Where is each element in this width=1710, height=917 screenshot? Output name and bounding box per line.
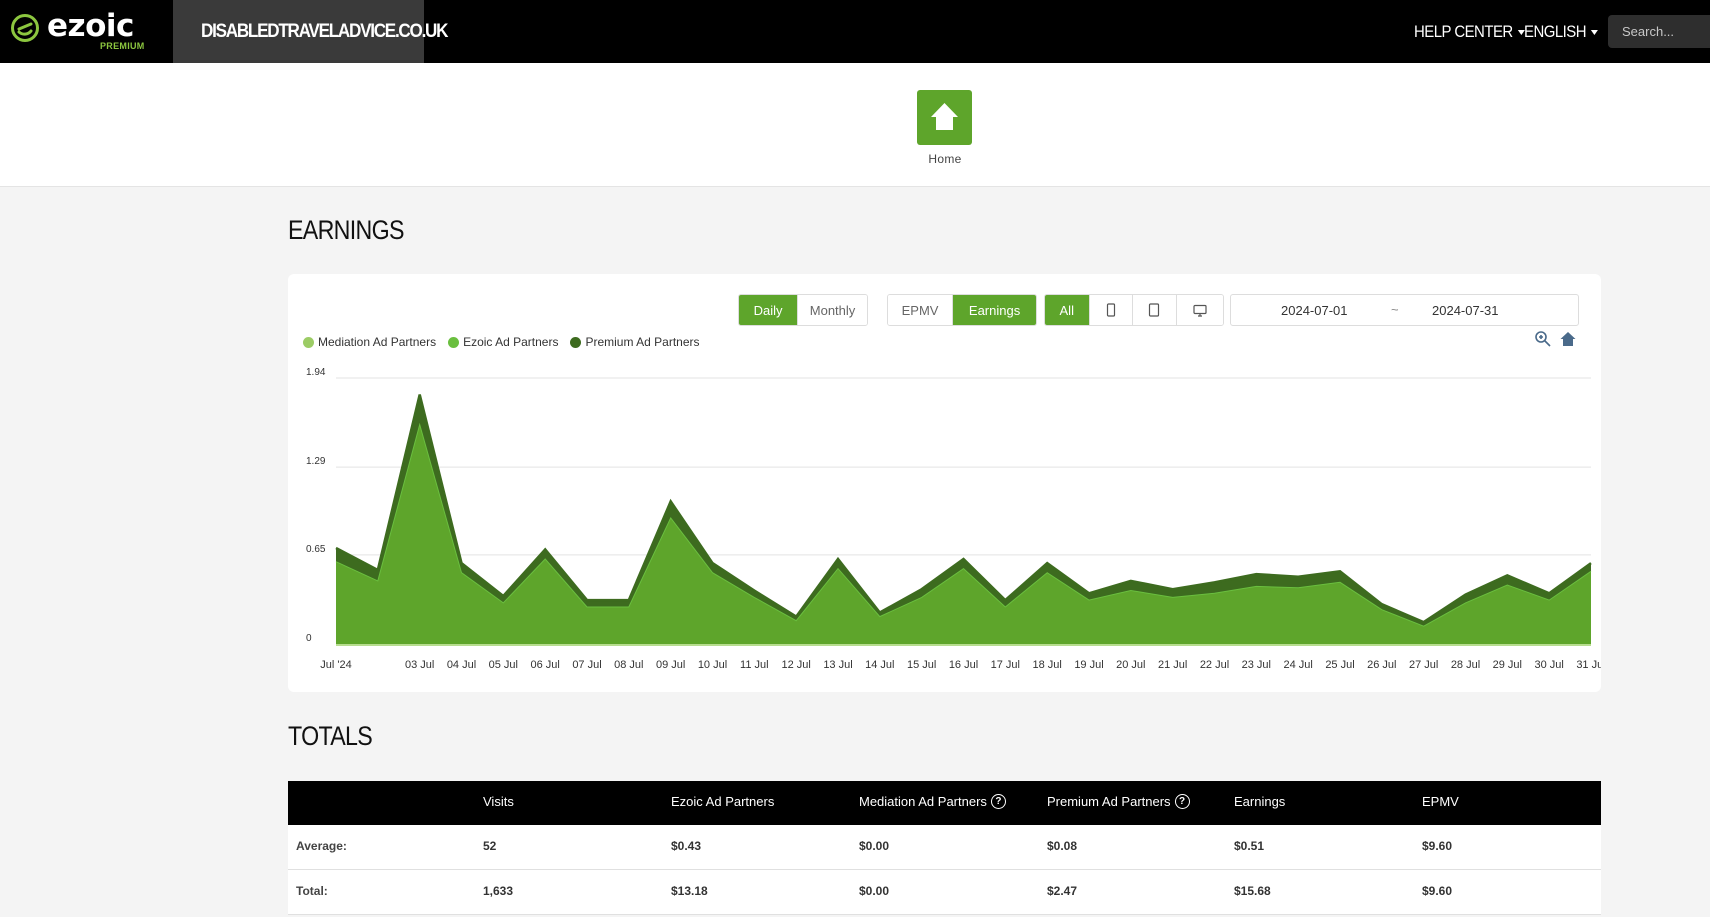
header-mediation-label: Mediation Ad Partners: [859, 794, 987, 809]
language-label: ENGLISH: [1524, 22, 1587, 41]
header-mediation-ad-partners: Mediation Ad Partners?: [859, 794, 1006, 809]
y-tick-label: 1.29: [306, 456, 326, 467]
table-row: Total: 1,633 $13.18 $0.00 $2.47 $15.68 $…: [288, 870, 1601, 915]
help-circle-icon[interactable]: ?: [1174, 794, 1190, 809]
ezoic-series-area: [336, 424, 1591, 644]
logo-mark-icon: [11, 14, 39, 42]
header-earnings: Earnings: [1234, 794, 1286, 809]
x-tick-label: 03 Jul: [405, 659, 434, 671]
x-tick-label: 14 Jul: [865, 659, 894, 671]
x-tick-label: 28 Jul: [1451, 659, 1480, 671]
help-center-label: HELP CENTER: [1414, 22, 1513, 41]
header-visits: Visits: [483, 794, 514, 809]
y-tick-label: 0.65: [306, 544, 326, 555]
x-tick-label: 26 Jul: [1367, 659, 1396, 671]
cell-premium: $0.08: [1047, 839, 1078, 853]
site-name: DISABLEDTRAVELADVICE.CO.UK: [201, 21, 448, 42]
top-bar: ezoic PREMIUM DISABLEDTRAVELADVICE.CO.UK…: [0, 0, 1710, 63]
x-tick-label: 05 Jul: [489, 659, 518, 671]
cell-visits: 1,633: [483, 884, 514, 898]
x-tick-label: 11 Jul: [740, 659, 769, 671]
row-label: Average:: [296, 839, 347, 853]
logo-premium-label: PREMIUM: [100, 41, 145, 51]
x-tick-label: 24 Jul: [1283, 659, 1312, 671]
cell-premium: $2.47: [1047, 884, 1078, 898]
x-tick-label: 08 Jul: [614, 659, 643, 671]
chevron-down-icon: [1591, 30, 1599, 36]
cell-ezoic: $0.43: [671, 839, 702, 853]
site-selector[interactable]: DISABLEDTRAVELADVICE.CO.UK: [173, 0, 448, 63]
y-tick-label: 0: [306, 633, 312, 644]
x-tick-label: 20 Jul: [1116, 659, 1145, 671]
help-circle-icon[interactable]: ?: [990, 794, 1006, 809]
x-tick-label: 22 Jul: [1200, 659, 1229, 671]
x-tick-label: 07 Jul: [572, 659, 601, 671]
x-tick-label: 19 Jul: [1074, 659, 1103, 671]
cell-epmv: $9.60: [1422, 884, 1453, 898]
x-tick-label: 21 Jul: [1158, 659, 1187, 671]
earnings-chart-card: Daily Monthly EPMV Earnings All 2024-07-…: [288, 274, 1601, 692]
cell-visits: 52: [483, 839, 497, 853]
totals-title: TOTALS: [288, 721, 373, 751]
x-tick-label: 12 Jul: [781, 659, 810, 671]
header-premium-label: Premium Ad Partners: [1047, 794, 1171, 809]
header-ezoic-ad-partners: Ezoic Ad Partners: [671, 794, 775, 809]
x-tick-label: 27 Jul: [1409, 659, 1438, 671]
earnings-area-chart: 1.94 1.29 0.65 0 Jul '24 03 Jul 04 Jul 05 Jul 06…: [306, 367, 1601, 671]
x-tick-label: 16 Jul: [949, 659, 978, 671]
language-menu[interactable]: ENGLISH: [1524, 22, 1599, 42]
x-tick-label: 17 Jul: [991, 659, 1020, 671]
x-tick-label: 10 Jul: [698, 659, 727, 671]
logo-text: ezoic: [47, 8, 134, 44]
x-tick-label: Jul '24: [320, 659, 351, 671]
home-icon: [931, 103, 958, 130]
x-tick-label: 29 Jul: [1493, 659, 1522, 671]
cell-mediation: $0.00: [859, 884, 890, 898]
home-button[interactable]: [917, 90, 972, 145]
search-placeholder: Search...: [1622, 24, 1675, 39]
cell-ezoic: $13.18: [671, 884, 708, 898]
header-epmv: EPMV: [1422, 794, 1459, 809]
x-tick-label: 18 Jul: [1032, 659, 1061, 671]
cell-epmv: $9.60: [1422, 839, 1453, 853]
x-tick-label: 04 Jul: [447, 659, 476, 671]
totals-table: Visits Ezoic Ad Partners Mediation Ad Pa…: [288, 781, 1601, 915]
search-input[interactable]: Search...: [1608, 15, 1710, 48]
ezoic-logo[interactable]: ezoic PREMIUM: [10, 8, 160, 54]
help-center-menu[interactable]: HELP CENTER: [1414, 22, 1525, 42]
earnings-title: EARNINGS: [288, 215, 404, 245]
y-tick-label: 1.94: [306, 367, 326, 378]
x-tick-label: 09 Jul: [656, 659, 685, 671]
header-premium-ad-partners: Premium Ad Partners?: [1047, 794, 1190, 809]
x-tick-label: 30 Jul: [1534, 659, 1563, 671]
x-tick-label: 31 Jul: [1576, 659, 1601, 671]
home-strip: Home: [0, 63, 1710, 187]
cell-earnings: $0.51: [1234, 839, 1265, 853]
cell-earnings: $15.68: [1234, 884, 1271, 898]
x-tick-label: 23 Jul: [1242, 659, 1271, 671]
x-tick-label: 13 Jul: [823, 659, 852, 671]
x-tick-label: 15 Jul: [907, 659, 936, 671]
x-tick-label: 06 Jul: [530, 659, 559, 671]
table-row: Average: 52 $0.43 $0.00 $0.08 $0.51 $9.6…: [288, 825, 1601, 870]
home-label: Home: [928, 152, 962, 166]
x-tick-label: 25 Jul: [1325, 659, 1354, 671]
table-header: Visits Ezoic Ad Partners Mediation Ad Pa…: [288, 781, 1601, 825]
cell-mediation: $0.00: [859, 839, 890, 853]
row-label: Total:: [296, 884, 328, 898]
